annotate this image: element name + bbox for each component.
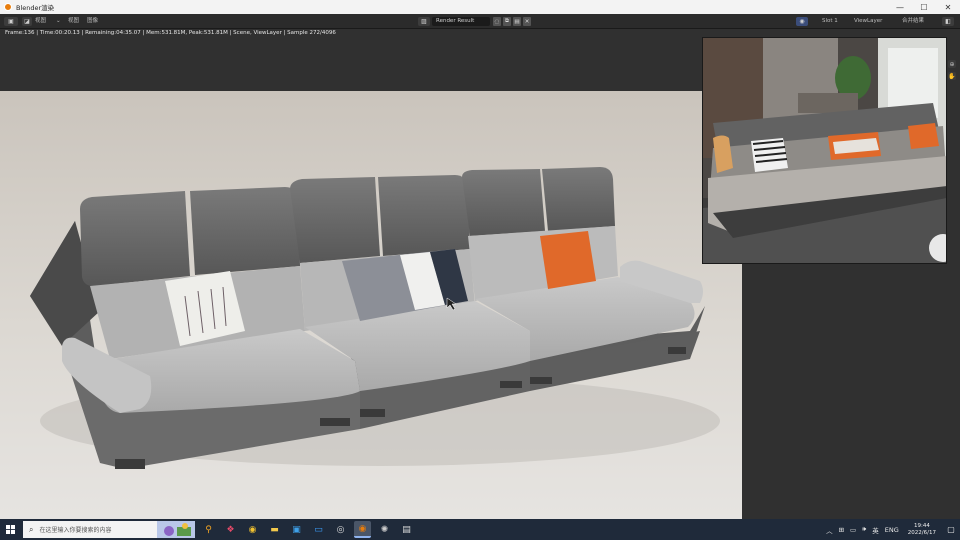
- new-image-button[interactable]: ⧉: [503, 17, 511, 26]
- search-placeholder: 在这里输入你要搜索的内容: [39, 527, 112, 534]
- terminal-icon[interactable]: ▭: [310, 521, 327, 538]
- input-method-icon[interactable]: 英: [872, 525, 879, 535]
- windows-taskbar: ⌕ 在这里输入你要搜索的内容 ⚲ ❖ ◉ ▬ ▣ ▭ ◎ ◉ ✺ ▤ ︿ ⊞ ▭: [0, 519, 960, 540]
- language-indicator[interactable]: ENG: [885, 526, 899, 534]
- photos-icon[interactable]: ▣: [288, 521, 305, 538]
- colorful-app-icon[interactable]: ❖: [222, 521, 239, 538]
- sofa-render-image: [0, 91, 742, 520]
- sidebar-toggle-button[interactable]: ◧: [942, 17, 954, 26]
- file-explorer-icon[interactable]: ▬: [266, 521, 283, 538]
- menu-view-2[interactable]: 视图: [68, 17, 79, 26]
- dropdown-chevron-icon[interactable]: ⌄: [56, 17, 61, 26]
- image-viewport[interactable]: ⊕ ✋: [0, 29, 960, 520]
- window-controls: — ☐ ✕: [888, 0, 960, 14]
- search-highlight-art: [157, 521, 195, 538]
- start-button[interactable]: [0, 519, 20, 540]
- network-icon[interactable]: ▭: [850, 526, 856, 534]
- image-icon: ▨: [421, 18, 427, 25]
- windows-logo-icon: [5, 525, 15, 534]
- mode-button[interactable]: ◪: [22, 17, 32, 26]
- render-info-line: Frame:136 | Time:00:20.13 | Remaining:04…: [5, 30, 336, 36]
- view-layer-selector[interactable]: ViewLayer: [854, 17, 882, 26]
- pan-hand-icon[interactable]: ✋: [948, 72, 956, 80]
- view-mode-icon: ◪: [24, 18, 30, 25]
- render-result-image: [0, 91, 742, 520]
- clock-time: 19:44: [913, 522, 930, 529]
- clock-date: 2022/6/17: [907, 529, 936, 536]
- image-editor-header: ▣ ◪ 视图 ⌄ 视图 图像 ▨ ⌄ Render Result ◌ ⧉ ▤ ✕…: [0, 14, 960, 29]
- blender-window: Blender渲染 — ☐ ✕ ▣ ◪ 视图 ⌄ 视图 图像 ▨ ⌄ Rende…: [0, 0, 960, 540]
- open-image-button[interactable]: ▤: [513, 17, 521, 26]
- chrome-icon[interactable]: ◉: [244, 521, 261, 538]
- render-result-field[interactable]: Render Result: [432, 17, 490, 26]
- title-bar: Blender渲染 — ☐ ✕: [0, 0, 960, 14]
- obs-icon[interactable]: ◎: [332, 521, 349, 538]
- viewport-nav-gizmo: ⊕ ✋: [946, 60, 958, 120]
- taskbar-search-box[interactable]: ⌕ 在这里输入你要搜索的内容: [23, 521, 195, 538]
- menu-view[interactable]: 视图: [35, 17, 46, 26]
- slot-selector[interactable]: Slot 1: [822, 17, 838, 26]
- system-tray: ︿ ⊞ ▭ 🕪 英 ENG 19:44 2022/6/17 ▢: [823, 519, 960, 540]
- maximize-button[interactable]: ☐: [912, 0, 936, 14]
- unlink-image-button[interactable]: ✕: [523, 17, 531, 26]
- image-editor-icon: ▣: [8, 18, 14, 25]
- menu-image[interactable]: 图像: [87, 17, 98, 26]
- zoom-icon[interactable]: ⊕: [948, 60, 956, 68]
- blender-taskbar-icon[interactable]: ◉: [354, 521, 371, 538]
- volume-icon[interactable]: 🕪: [862, 525, 866, 534]
- search-app-icon[interactable]: ⚲: [200, 521, 217, 538]
- minimize-button[interactable]: —: [888, 0, 912, 14]
- davinci-icon[interactable]: ✺: [376, 521, 393, 538]
- close-button[interactable]: ✕: [936, 0, 960, 14]
- pinned-apps: ⚲ ❖ ◉ ▬ ▣ ▭ ◎ ◉ ✺ ▤: [200, 521, 415, 538]
- display-channels-button[interactable]: ◉: [796, 17, 808, 26]
- search-icon: ⌕: [29, 524, 34, 534]
- tray-chevron-up-icon[interactable]: ︿: [826, 525, 833, 535]
- blender-logo-icon: [4, 3, 12, 11]
- render-pass-selector[interactable]: 合并结果: [902, 17, 924, 26]
- notification-center-icon[interactable]: ▢: [942, 519, 960, 540]
- sidebar-icon: ◧: [945, 18, 951, 25]
- app-window-icon[interactable]: ▤: [398, 521, 415, 538]
- taskbar-clock[interactable]: 19:44 2022/6/17: [908, 523, 936, 537]
- editor-type-button[interactable]: ▣: [4, 17, 18, 26]
- reference-photo: [702, 37, 947, 264]
- fake-user-button[interactable]: ◌: [493, 17, 501, 26]
- living-room-reference-image: [703, 38, 946, 263]
- image-browse-button[interactable]: ▨: [418, 17, 430, 26]
- tray-app-icon[interactable]: ⊞: [839, 526, 844, 534]
- color-channel-icon: ◉: [799, 18, 805, 25]
- window-title: Blender渲染: [16, 4, 55, 12]
